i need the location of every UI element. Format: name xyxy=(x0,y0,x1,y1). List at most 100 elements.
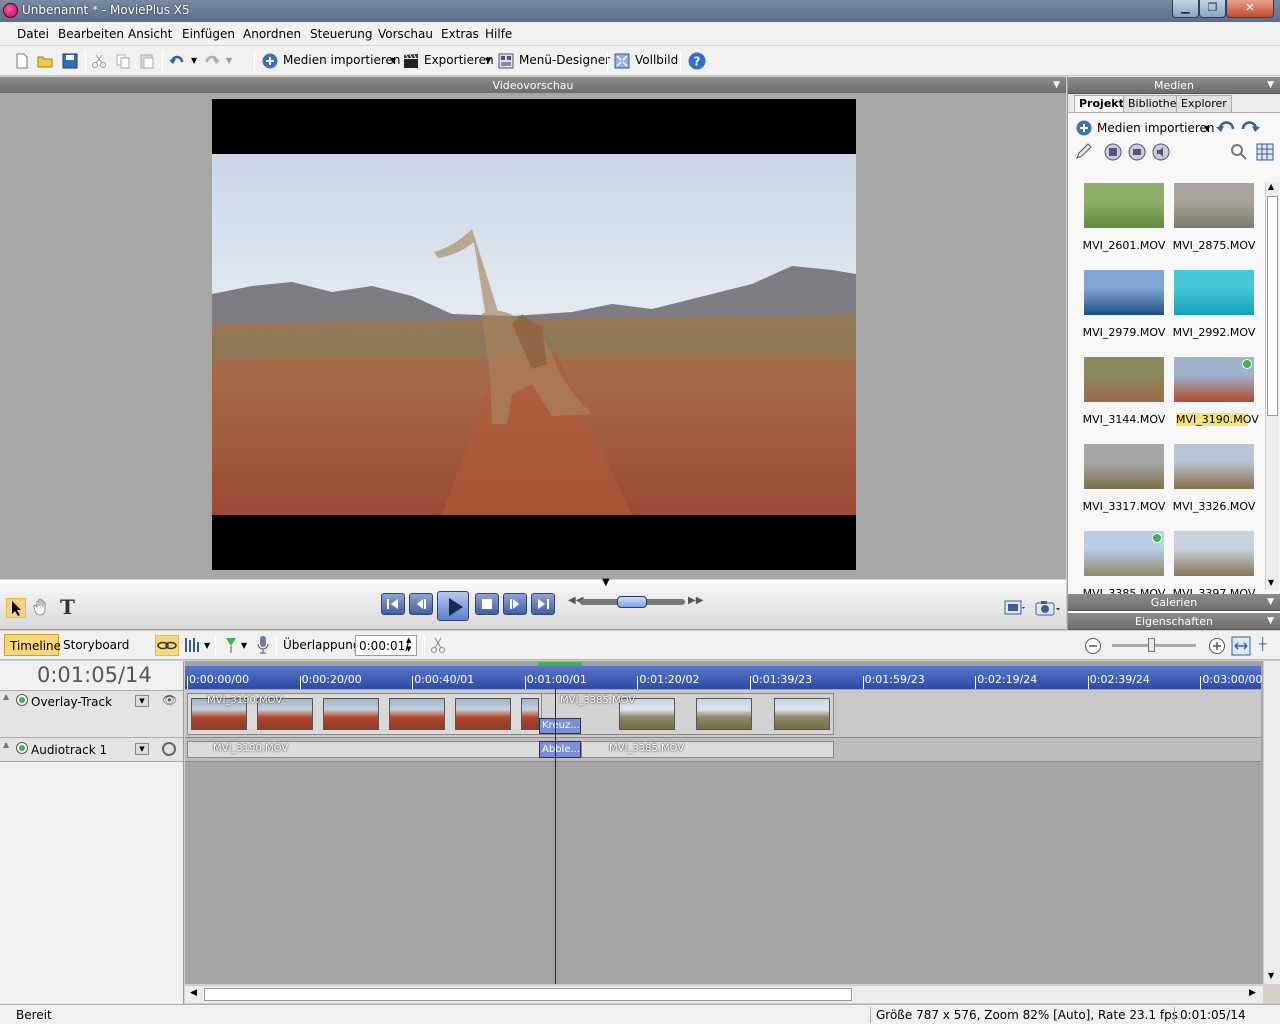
media-thumbnail[interactable] xyxy=(1174,183,1254,228)
audio-track-header[interactable]: ▲ Audiotrack 1 ▼ xyxy=(0,738,183,762)
filter-audio-icon[interactable] xyxy=(1152,143,1170,161)
save-icon[interactable] xyxy=(62,53,78,69)
selection-range-marker[interactable] xyxy=(538,662,582,666)
redo-icon[interactable] xyxy=(204,53,220,69)
audio-track-enable-icon[interactable] xyxy=(17,743,27,753)
snapshot-camera-icon[interactable] xyxy=(1035,599,1061,617)
galleries-header[interactable]: Galerien ▼ xyxy=(1068,594,1280,611)
tab-explorer[interactable]: Explorer xyxy=(1176,95,1232,112)
crossfade-transition[interactable]: Kreuz... xyxy=(539,718,581,734)
pointer-tool-icon[interactable] xyxy=(6,598,26,618)
timeline-scroll-left-icon[interactable]: ◀ xyxy=(190,988,197,998)
track-menu-icon[interactable]: ▼ xyxy=(135,695,149,707)
export-button[interactable]: Exportieren xyxy=(424,53,494,67)
media-thumbnail[interactable] xyxy=(1084,357,1164,402)
link-clips-icon[interactable] xyxy=(155,635,179,656)
media-vscroll[interactable]: ▲ ▼ xyxy=(1265,182,1279,590)
go-to-end-button[interactable] xyxy=(531,593,555,615)
media-thumbnail[interactable] xyxy=(1174,444,1254,489)
timeline-pin-icon[interactable]: ┼ xyxy=(1259,637,1266,651)
menu-ansicht[interactable]: Ansicht xyxy=(128,27,172,41)
media-panel-import-button[interactable]: Medien importieren xyxy=(1097,121,1215,135)
shuttle-forward-icon[interactable]: ▶▶ xyxy=(688,595,703,606)
zoom-in-icon[interactable] xyxy=(1208,637,1226,655)
media-thumbnail[interactable] xyxy=(1174,531,1254,576)
stop-button[interactable] xyxy=(475,593,499,615)
fit-to-window-icon[interactable] xyxy=(1231,636,1251,656)
close-button[interactable]: ✕ xyxy=(1226,0,1274,18)
menu-designer-button[interactable]: Menü-Designer xyxy=(519,53,610,67)
marker-dropdown-icon[interactable]: ▼ xyxy=(241,641,247,650)
new-file-icon[interactable] xyxy=(14,53,30,69)
grid-view-icon[interactable] xyxy=(1256,143,1274,161)
media-panel-import-dropdown-icon[interactable]: ▼ xyxy=(1204,124,1210,133)
zoom-search-icon[interactable] xyxy=(1230,143,1248,161)
timeline-ruler[interactable]: 0:00:00/00 0:00:20/00 0:00:40/01 0:01:00/01… xyxy=(185,662,1263,689)
track-options-dropdown-icon[interactable]: ▼ xyxy=(204,641,210,650)
play-button[interactable] xyxy=(437,591,469,621)
preview-split-handle-icon[interactable]: ▼ xyxy=(602,577,610,588)
media-thumbnail[interactable] xyxy=(1174,357,1254,402)
timeline-scroll-down-icon[interactable]: ▼ xyxy=(1268,971,1274,980)
minimize-button[interactable]: ▁ xyxy=(1172,0,1199,18)
add-media-panel-icon[interactable] xyxy=(1076,120,1092,136)
previous-frame-button[interactable] xyxy=(409,593,433,615)
export-dropdown-icon[interactable]: ▼ xyxy=(485,56,491,65)
preview-menu-icon[interactable]: ▼ xyxy=(1053,77,1060,94)
media-scroll-up-icon[interactable]: ▲ xyxy=(1268,182,1274,191)
undo-icon[interactable] xyxy=(169,53,185,69)
menu-steuerung[interactable]: Steuerung xyxy=(310,27,372,41)
fullscreen-button[interactable]: Vollbild xyxy=(635,53,678,67)
timeline-area[interactable]: 0:00:00/00 0:00:20/00 0:00:40/01 0:01:00/01… xyxy=(185,661,1263,984)
cut-icon[interactable] xyxy=(91,53,107,69)
split-scissors-icon[interactable] xyxy=(430,636,446,654)
tab-projekt[interactable]: Projekt xyxy=(1074,95,1129,112)
zoom-out-icon[interactable] xyxy=(1084,637,1102,655)
hand-tool-icon[interactable] xyxy=(32,598,50,616)
media-thumbnail[interactable] xyxy=(1084,183,1164,228)
maximize-button[interactable]: ❐ xyxy=(1199,0,1226,18)
menu-datei[interactable]: Datei xyxy=(17,27,49,41)
text-tool-icon[interactable]: T xyxy=(60,595,75,619)
media-thumbnail[interactable] xyxy=(1174,270,1254,315)
track-enable-icon[interactable] xyxy=(17,695,27,705)
timeline-hscroll-thumb[interactable] xyxy=(204,988,852,1001)
track-collapse-icon[interactable]: ▲ xyxy=(3,692,9,701)
tab-storyboard[interactable]: Storyboard xyxy=(63,638,129,652)
edit-pencil-icon[interactable] xyxy=(1074,143,1094,161)
overlap-input[interactable]: 0:00:01/ ▲ ▼ xyxy=(355,635,417,656)
menu-extras[interactable]: Extras xyxy=(441,27,479,41)
overlay-track-lane[interactable]: MVI_3190.MOV MVI_3385.MOV Kreuz... xyxy=(185,690,1261,738)
track-visibility-eye-icon[interactable]: 👁 xyxy=(162,693,177,707)
go-to-start-button[interactable] xyxy=(381,593,405,615)
video-frame[interactable] xyxy=(212,99,856,570)
media-thumbnail[interactable] xyxy=(1084,531,1164,576)
tab-timeline[interactable]: Timeline xyxy=(4,634,61,656)
audio-track-mute-icon[interactable] xyxy=(162,742,176,756)
timeline-scroll-right-icon[interactable]: ▶ xyxy=(1249,988,1256,998)
audio-fade-transition[interactable]: Abble... xyxy=(539,741,581,758)
overlay-track-header[interactable]: ▲ Overlay-Track ▼ 👁 xyxy=(0,690,183,738)
menu-vorschau[interactable]: Vorschau xyxy=(378,27,433,41)
media-thumbnail[interactable] xyxy=(1084,444,1164,489)
timeline-vscroll[interactable]: ▼ xyxy=(1263,661,1280,984)
media-scroll-down-icon[interactable]: ▼ xyxy=(1268,578,1274,587)
open-folder-icon[interactable] xyxy=(37,53,53,69)
galleries-menu-icon[interactable]: ▼ xyxy=(1267,594,1274,611)
undo-dropdown-icon[interactable]: ▼ xyxy=(191,56,197,65)
menu-bearbeiten[interactable]: Bearbeiten xyxy=(58,27,124,41)
paste-icon[interactable] xyxy=(139,53,155,69)
playhead-line[interactable] xyxy=(555,689,556,984)
copy-icon[interactable] xyxy=(115,53,131,69)
import-media-button[interactable]: Medien importieren xyxy=(283,53,401,67)
zoom-slider-thumb[interactable] xyxy=(1148,638,1155,652)
menu-hilfe[interactable]: Hilfe xyxy=(485,27,512,41)
clapperboard-icon[interactable] xyxy=(403,53,419,69)
timeline-hscroll[interactable]: ◀ ▶ xyxy=(185,985,1263,1003)
media-undo-icon[interactable] xyxy=(1216,119,1236,135)
next-frame-button[interactable] xyxy=(503,593,527,615)
aspect-view-icon[interactable] xyxy=(1004,599,1026,617)
audio-track-collapse-icon[interactable]: ▲ xyxy=(3,740,9,749)
media-redo-icon[interactable] xyxy=(1240,119,1260,135)
redo-dropdown-icon[interactable]: ▼ xyxy=(226,56,232,65)
